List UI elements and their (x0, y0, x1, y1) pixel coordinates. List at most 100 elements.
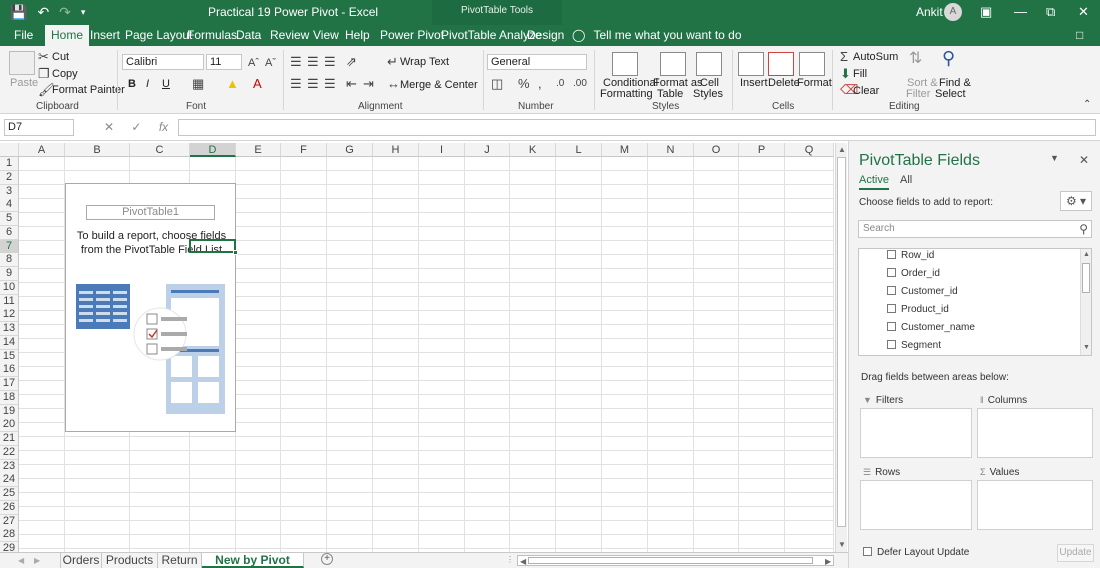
field-search-input[interactable]: Search ⚲ (858, 220, 1092, 238)
column-header-k[interactable]: K (510, 143, 556, 157)
next-sheet-icon[interactable]: ▶ (34, 556, 40, 565)
scroll-up-icon[interactable]: ▲ (838, 145, 846, 154)
row-header-16[interactable]: 16 (0, 363, 19, 378)
tab-insert[interactable]: Insert (90, 25, 120, 46)
minimize-icon[interactable]: — (1014, 3, 1027, 21)
row-header-3[interactable]: 3 (0, 184, 19, 199)
pane-tab-all[interactable]: All (900, 174, 912, 186)
row-header-23[interactable]: 23 (0, 459, 19, 474)
orientation-icon[interactable]: ⇗ (346, 55, 357, 69)
row-header-29[interactable]: 29 (0, 542, 19, 552)
paste-icon[interactable] (9, 51, 35, 75)
font-color-icon[interactable]: A (253, 77, 262, 91)
sheet-tab-orders[interactable]: Orders (60, 553, 102, 568)
select-all-corner[interactable] (0, 143, 19, 157)
tab-power-pivot[interactable]: Power Pivot (380, 25, 444, 46)
align-right-icon[interactable]: ☰ (324, 77, 336, 91)
row-header-14[interactable]: 14 (0, 335, 19, 350)
field-checkbox[interactable] (887, 250, 896, 259)
format-cells-button[interactable]: Format (797, 77, 832, 89)
tell-me-box[interactable]: ◯ Tell me what you want to do (572, 25, 742, 46)
field-checkbox[interactable] (887, 340, 896, 349)
field-checkbox[interactable] (887, 304, 896, 313)
increase-decimal-icon[interactable]: .0 (556, 77, 564, 91)
share-icon[interactable]: □ (1076, 25, 1083, 46)
row-header-6[interactable]: 6 (0, 225, 19, 240)
font-name-select[interactable]: Calibri (122, 54, 204, 70)
column-header-l[interactable]: L (556, 143, 602, 157)
field-customer-id[interactable]: Customer_id (887, 285, 958, 299)
tab-view[interactable]: View (313, 25, 339, 46)
horizontal-scrollbar[interactable]: ◀ ▶ (517, 555, 834, 566)
field-list-scrollbar[interactable]: ▲ ▼ (1080, 249, 1091, 355)
wrap-text-button[interactable]: Wrap Text (400, 56, 449, 68)
ribbon-display-icon[interactable]: ▣ (980, 3, 992, 21)
field-row-id[interactable]: Row_id (887, 249, 934, 263)
columns-area-box[interactable] (977, 408, 1093, 458)
bottom-align-icon[interactable]: ☰ (324, 55, 336, 69)
filters-area-box[interactable] (860, 408, 972, 458)
column-header-m[interactable]: M (602, 143, 648, 157)
font-size-select[interactable]: 11 (206, 54, 242, 70)
row-header-25[interactable]: 25 (0, 487, 19, 501)
field-checkbox[interactable] (887, 268, 896, 277)
tab-help[interactable]: Help (345, 25, 370, 46)
confirm-entry-icon[interactable]: ✓ (131, 120, 141, 134)
decrease-font-icon[interactable]: Aˇ (265, 56, 276, 70)
column-header-c[interactable]: C (130, 143, 190, 157)
save-icon[interactable]: 💾 (10, 3, 27, 21)
row-header-2[interactable]: 2 (0, 170, 19, 185)
bold-button[interactable]: B (128, 78, 136, 90)
align-center-icon[interactable]: ☰ (307, 77, 319, 91)
restore-icon[interactable]: ⧉ (1046, 3, 1055, 21)
sheet-tab-new-by-pivot[interactable]: New by Pivot itself (202, 553, 304, 568)
field-checkbox[interactable] (887, 286, 896, 295)
middle-align-icon[interactable]: ☰ (307, 55, 319, 69)
column-header-o[interactable]: O (694, 143, 739, 157)
collapse-ribbon-icon[interactable]: ⌃ (1083, 98, 1091, 112)
formula-input[interactable] (178, 119, 1096, 136)
redo-icon[interactable]: ↷ (59, 3, 71, 21)
row-header-22[interactable]: 22 (0, 445, 19, 460)
column-header-i[interactable]: I (419, 143, 465, 157)
active-cell-d7[interactable] (189, 239, 238, 255)
row-header-11[interactable]: 11 (0, 294, 19, 309)
underline-button[interactable]: U (162, 78, 170, 90)
row-header-28[interactable]: 28 (0, 528, 19, 543)
comma-icon[interactable]: , (538, 77, 542, 91)
increase-font-icon[interactable]: Aˆ (248, 56, 259, 70)
row-header-9[interactable]: 9 (0, 267, 19, 281)
row-header-13[interactable]: 13 (0, 322, 19, 336)
horizontal-scroll-thumb[interactable] (528, 557, 813, 564)
column-header-b[interactable]: B (65, 143, 130, 157)
pane-options-icon[interactable]: ▼ (1050, 153, 1059, 163)
sheet-tab-return[interactable]: Return (158, 553, 202, 568)
column-header-d[interactable]: D (190, 143, 236, 157)
scroll-down-icon[interactable]: ▼ (1083, 344, 1090, 351)
column-header-q[interactable]: Q (785, 143, 834, 157)
close-icon[interactable]: ✕ (1078, 3, 1089, 21)
tab-file[interactable]: File (14, 25, 33, 46)
clear-button[interactable]: Clear (853, 85, 879, 97)
field-customer-name[interactable]: Customer_name (887, 321, 975, 335)
row-header-26[interactable]: 26 (0, 500, 19, 515)
tab-split-icon[interactable]: ⋮ (506, 555, 514, 564)
prev-sheet-icon[interactable]: ◀ (18, 556, 24, 565)
row-header-19[interactable]: 19 (0, 404, 19, 419)
delete-cells-button[interactable]: Delete (768, 77, 800, 89)
customize-qat-icon[interactable]: ▾ (81, 3, 86, 21)
sheet-tab-products[interactable]: Products (102, 553, 158, 568)
field-checkbox[interactable] (887, 322, 896, 331)
format-painter-button[interactable]: Format Painter (52, 84, 125, 96)
column-header-p[interactable]: P (739, 143, 785, 157)
copy-button[interactable]: Copy (52, 68, 78, 80)
column-header-a[interactable]: A (19, 143, 65, 157)
align-left-icon[interactable]: ☰ (290, 77, 302, 91)
tab-review[interactable]: Review (270, 25, 309, 46)
cancel-entry-icon[interactable]: ✕ (104, 120, 114, 134)
tab-design[interactable]: Design (527, 25, 564, 46)
scroll-right-icon[interactable]: ▶ (825, 557, 831, 566)
decrease-indent-icon[interactable]: ⇤ (346, 77, 357, 91)
column-header-j[interactable]: J (465, 143, 510, 157)
row-header-21[interactable]: 21 (0, 432, 19, 446)
